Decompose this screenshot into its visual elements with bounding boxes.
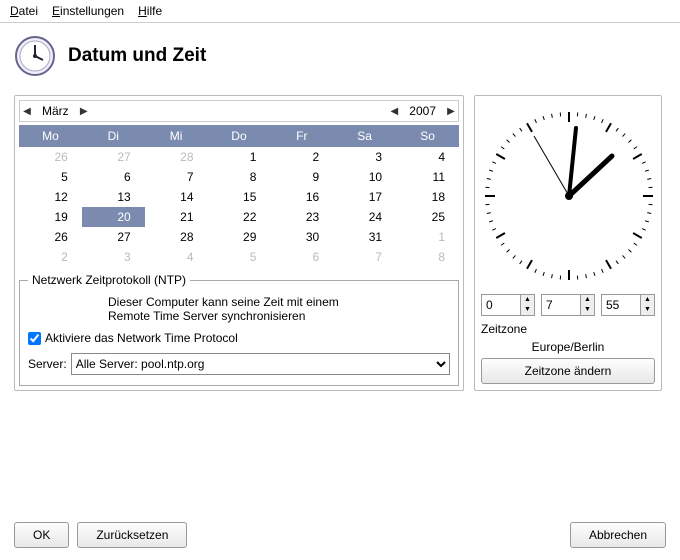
ntp-enable-checkbox[interactable]: [28, 332, 41, 345]
day-cell[interactable]: 25: [396, 207, 459, 227]
day-cell[interactable]: 9: [270, 167, 333, 187]
month-nav: ◀ März ▶ ◀ 2007 ▶: [19, 100, 459, 122]
day-cell[interactable]: 27: [82, 227, 145, 247]
weekday-header: Do: [208, 125, 271, 147]
clock-panel: ▲▼ ▲▼ ▲▼ Zeitzone Europe/Berlin Zeitzone…: [474, 95, 662, 391]
menu-settings[interactable]: Einstellungen: [52, 4, 124, 18]
day-cell[interactable]: 14: [145, 187, 208, 207]
menu-file[interactable]: Datei: [10, 4, 38, 18]
timezone-value: Europe/Berlin: [481, 340, 655, 354]
weekday-header: Fr: [270, 125, 333, 147]
reset-button[interactable]: Zurücksetzen: [77, 522, 187, 548]
day-cell[interactable]: 13: [82, 187, 145, 207]
day-cell[interactable]: 6: [82, 167, 145, 187]
day-cell[interactable]: 11: [396, 167, 459, 187]
weekday-header: So: [396, 125, 459, 147]
second-spinner[interactable]: ▲▼: [601, 294, 655, 316]
day-cell-selected[interactable]: 20: [82, 207, 145, 227]
day-cell[interactable]: 5: [19, 167, 82, 187]
day-cell[interactable]: 15: [208, 187, 271, 207]
day-cell[interactable]: 4: [145, 247, 208, 267]
change-timezone-button[interactable]: Zeitzone ändern: [481, 358, 655, 384]
day-cell[interactable]: 31: [333, 227, 396, 247]
day-cell[interactable]: 19: [19, 207, 82, 227]
down-arrow-icon[interactable]: ▼: [641, 305, 654, 315]
analog-clock: [481, 106, 657, 286]
day-cell[interactable]: 22: [208, 207, 271, 227]
up-arrow-icon[interactable]: ▲: [581, 295, 594, 305]
day-cell[interactable]: 29: [208, 227, 271, 247]
weekday-header: Mo: [19, 125, 82, 147]
day-cell[interactable]: 28: [145, 147, 208, 167]
menu-help[interactable]: Hilfe: [138, 4, 162, 18]
page-title: Datum und Zeit: [68, 45, 206, 67]
day-cell[interactable]: 2: [19, 247, 82, 267]
menubar: Datei Einstellungen Hilfe: [0, 0, 680, 23]
weekday-header: Sa: [333, 125, 396, 147]
timezone-label: Zeitzone: [481, 322, 655, 336]
year-label: 2007: [401, 104, 444, 118]
prev-year-button[interactable]: ◀: [387, 106, 401, 117]
up-arrow-icon[interactable]: ▲: [641, 295, 654, 305]
weekday-header: Di: [82, 125, 145, 147]
day-cell[interactable]: 26: [19, 227, 82, 247]
day-cell[interactable]: 24: [333, 207, 396, 227]
ntp-legend: Netzwerk Zeitprotokoll (NTP): [28, 273, 190, 287]
day-cell[interactable]: 12: [19, 187, 82, 207]
day-cell[interactable]: 6: [270, 247, 333, 267]
day-cell[interactable]: 4: [396, 147, 459, 167]
weekday-header: Mi: [145, 125, 208, 147]
next-month-button[interactable]: ▶: [77, 106, 91, 117]
hour-hand: [569, 156, 612, 196]
day-cell[interactable]: 5: [208, 247, 271, 267]
day-cell[interactable]: 3: [82, 247, 145, 267]
day-cell[interactable]: 1: [208, 147, 271, 167]
day-cell[interactable]: 8: [396, 247, 459, 267]
minute-hand: [569, 128, 576, 196]
ok-button[interactable]: OK: [14, 522, 69, 548]
day-cell[interactable]: 2: [270, 147, 333, 167]
day-cell[interactable]: 1: [396, 227, 459, 247]
day-cell[interactable]: 8: [208, 167, 271, 187]
day-cell[interactable]: 30: [270, 227, 333, 247]
ntp-checkbox-label: Aktiviere das Network Time Protocol: [45, 331, 238, 345]
minute-input[interactable]: [542, 295, 580, 315]
cancel-button[interactable]: Abbrechen: [570, 522, 666, 548]
hour-input[interactable]: [482, 295, 520, 315]
hour-spinner[interactable]: ▲▼: [481, 294, 535, 316]
second-hand: [534, 136, 569, 196]
down-arrow-icon[interactable]: ▼: [581, 305, 594, 315]
server-select[interactable]: Alle Server: pool.ntp.org: [71, 353, 450, 375]
day-cell[interactable]: 26: [19, 147, 82, 167]
header: Datum und Zeit: [0, 23, 680, 95]
up-arrow-icon[interactable]: ▲: [521, 295, 534, 305]
server-label: Server:: [28, 357, 67, 371]
second-input[interactable]: [602, 295, 640, 315]
ntp-description: Dieser Computer kann seine Zeit mit eine…: [28, 293, 450, 329]
day-cell[interactable]: 27: [82, 147, 145, 167]
day-cell[interactable]: 16: [270, 187, 333, 207]
clock-icon: [14, 35, 56, 77]
day-cell[interactable]: 3: [333, 147, 396, 167]
day-cell[interactable]: 28: [145, 227, 208, 247]
prev-month-button[interactable]: ◀: [20, 106, 34, 117]
next-year-button[interactable]: ▶: [444, 106, 458, 117]
footer: OK Zurücksetzen Abbrechen: [14, 522, 666, 548]
day-cell[interactable]: 7: [333, 247, 396, 267]
day-cell[interactable]: 10: [333, 167, 396, 187]
month-label: März: [34, 104, 77, 118]
day-cell[interactable]: 18: [396, 187, 459, 207]
day-cell[interactable]: 7: [145, 167, 208, 187]
day-cell[interactable]: 21: [145, 207, 208, 227]
minute-spinner[interactable]: ▲▼: [541, 294, 595, 316]
down-arrow-icon[interactable]: ▼: [521, 305, 534, 315]
calendar-panel: ◀ März ▶ ◀ 2007 ▶ Mo Di Mi Do Fr Sa So: [14, 95, 464, 391]
day-cell[interactable]: 23: [270, 207, 333, 227]
ntp-fieldset: Netzwerk Zeitprotokoll (NTP) Dieser Comp…: [19, 273, 459, 386]
calendar: Mo Di Mi Do Fr Sa So 26 27 28 1 2 3 4 5 …: [19, 125, 459, 267]
day-cell[interactable]: 17: [333, 187, 396, 207]
